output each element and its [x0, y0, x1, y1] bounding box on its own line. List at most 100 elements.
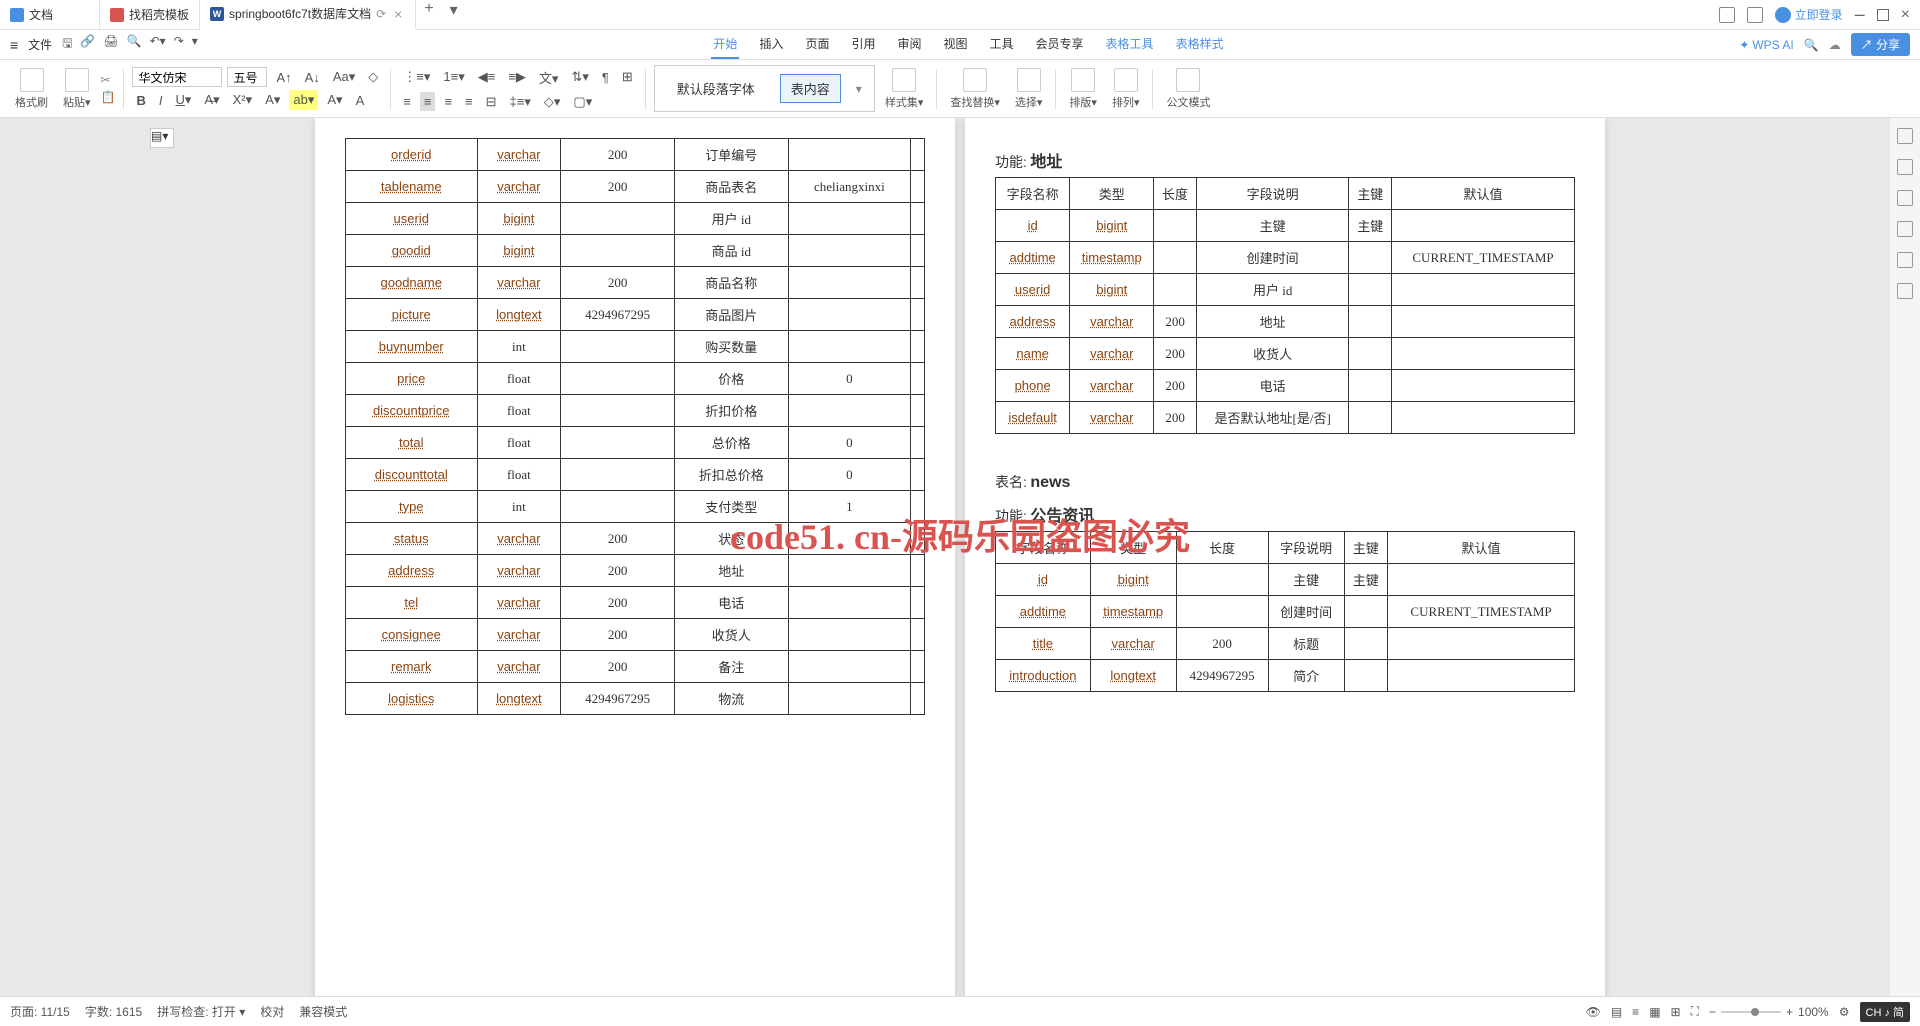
- underline-button[interactable]: U▾: [172, 90, 196, 110]
- spell-check[interactable]: 拼写检查: 打开 ▾: [157, 1003, 245, 1020]
- style-default[interactable]: 默认段落字体: [667, 75, 765, 102]
- table-row[interactable]: tablenamevarchar200商品表名cheliangxinxi: [346, 171, 925, 203]
- ime-indicator[interactable]: CH ♪ 简: [1860, 1002, 1911, 1022]
- table-row[interactable]: useridbigint用户 id: [346, 203, 925, 235]
- style-more[interactable]: ▾: [856, 82, 862, 96]
- change-case-icon[interactable]: Aa▾: [329, 67, 359, 87]
- text-effect-button[interactable]: A▾: [323, 90, 346, 110]
- maximize-button[interactable]: [1877, 9, 1889, 21]
- side-icon-4[interactable]: [1897, 221, 1913, 237]
- paste-icon[interactable]: [65, 68, 89, 92]
- bold-button[interactable]: B: [132, 91, 149, 110]
- numbering-icon[interactable]: 1≡▾: [439, 67, 468, 87]
- borders-icon[interactable]: ▢▾: [569, 92, 596, 112]
- minimize-button[interactable]: –: [1855, 4, 1865, 25]
- align-left-icon[interactable]: ≡: [399, 92, 415, 111]
- clear-format-icon[interactable]: ◇: [364, 67, 382, 87]
- tab-menu[interactable]: ▾: [442, 0, 466, 30]
- align-justify-icon[interactable]: ≡: [461, 92, 477, 111]
- tab-start[interactable]: 开始: [711, 30, 739, 59]
- table-row[interactable]: pricefloat价格0: [346, 363, 925, 395]
- sort-icon[interactable]: ⇅▾: [567, 67, 592, 87]
- layout-group[interactable]: 排版▾: [1064, 68, 1102, 110]
- save-icon[interactable]: 🖫: [62, 34, 72, 55]
- table-row[interactable]: buynumberint购买数量: [346, 331, 925, 363]
- official-group[interactable]: 公文模式: [1161, 68, 1215, 110]
- tab-docs[interactable]: 文档: [0, 0, 100, 30]
- tab-template[interactable]: 找稻壳模板: [100, 0, 200, 30]
- tab-tools[interactable]: 工具: [988, 30, 1016, 59]
- table-row[interactable]: introductionlongtext4294967295简介: [996, 660, 1575, 692]
- print-icon[interactable]: 🖨: [103, 34, 118, 55]
- indent-left-icon[interactable]: ◀≡: [474, 67, 500, 87]
- size-select[interactable]: [227, 67, 267, 87]
- side-icon-5[interactable]: [1897, 252, 1913, 268]
- share-button[interactable]: ↗ 分享: [1851, 33, 1910, 56]
- tab-reference[interactable]: 引用: [849, 30, 877, 59]
- shrink-font-icon[interactable]: A↓: [301, 68, 324, 87]
- grow-font-icon[interactable]: A↑: [272, 68, 295, 87]
- table-row[interactable]: remarkvarchar200备注: [346, 651, 925, 683]
- bullets-icon[interactable]: ⋮≡▾: [399, 67, 434, 87]
- tab-insert[interactable]: 插入: [757, 30, 785, 59]
- pilcrow-icon[interactable]: ¶: [598, 68, 613, 87]
- tab-page[interactable]: 页面: [803, 30, 831, 59]
- table-row[interactable]: goodnamevarchar200商品名称: [346, 267, 925, 299]
- char-border-button[interactable]: A: [352, 91, 369, 110]
- page-indicator[interactable]: 页面: 11/15: [10, 1003, 70, 1020]
- hamburger-icon[interactable]: ≡: [10, 37, 18, 53]
- strike-button[interactable]: A̶▾: [200, 90, 223, 110]
- table-row[interactable]: addtimetimestamp创建时间CURRENT_TIMESTAMP: [996, 242, 1575, 274]
- side-icon-1[interactable]: [1897, 128, 1913, 144]
- view-icon-5[interactable]: ⊞: [1671, 1005, 1681, 1019]
- tabs-icon[interactable]: ⊞: [618, 67, 637, 87]
- table-row[interactable]: namevarchar200收货人: [996, 338, 1575, 370]
- format-painter-icon[interactable]: [20, 68, 44, 92]
- link-icon[interactable]: 🔗: [80, 34, 95, 55]
- shading-icon[interactable]: ◇▾: [540, 92, 565, 112]
- search-icon[interactable]: 🔍: [1804, 38, 1819, 52]
- side-icon-3[interactable]: [1897, 190, 1913, 206]
- table-row[interactable]: totalfloat总价格0: [346, 427, 925, 459]
- style-gallery[interactable]: 默认段落字体 表内容 ▾: [654, 65, 875, 112]
- undo-icon[interactable]: ↶▾: [150, 34, 166, 55]
- table-row[interactable]: idbigint主键主键: [996, 564, 1575, 596]
- table-row[interactable]: orderidvarchar200订单编号: [346, 139, 925, 171]
- qat-more[interactable]: ▾: [192, 34, 198, 55]
- zoom-out[interactable]: −: [1709, 1005, 1716, 1019]
- select-group[interactable]: 选择▾: [1010, 68, 1048, 110]
- preview-icon[interactable]: 🔍: [127, 34, 142, 55]
- tab-member[interactable]: 会员专享: [1034, 30, 1086, 59]
- align-right-icon[interactable]: ≡: [440, 92, 456, 111]
- file-menu[interactable]: 文件: [28, 36, 52, 53]
- close-button[interactable]: ×: [1901, 6, 1910, 24]
- table-row[interactable]: telvarchar200电话: [346, 587, 925, 619]
- italic-button[interactable]: I: [155, 91, 167, 110]
- align-center-icon[interactable]: ≡: [420, 92, 436, 111]
- cut-icon[interactable]: ✂: [101, 73, 116, 87]
- text-direction-icon[interactable]: 文▾: [535, 66, 563, 89]
- find-group[interactable]: 查找替换▾: [945, 68, 1005, 110]
- line-spacing-icon[interactable]: ‡≡▾: [506, 92, 535, 112]
- view-icon-2[interactable]: ▤: [1611, 1005, 1622, 1019]
- style-content[interactable]: 表内容: [780, 74, 841, 103]
- tab-current[interactable]: Wspringboot6fc7t数据库文档⟳×: [200, 0, 416, 30]
- view-icon-3[interactable]: ≡: [1632, 1005, 1639, 1019]
- distribute-icon[interactable]: ⊟: [482, 92, 501, 112]
- view-icon-1[interactable]: 👁: [1586, 1005, 1601, 1019]
- highlight-button[interactable]: ab▾: [289, 90, 318, 110]
- arrange-group[interactable]: 排列▾: [1107, 68, 1145, 110]
- word-count[interactable]: 字数: 1615: [85, 1003, 142, 1020]
- zoom-in[interactable]: +: [1786, 1005, 1793, 1019]
- table-row[interactable]: useridbigint用户 id: [996, 274, 1575, 306]
- zoom-slider[interactable]: [1721, 1011, 1781, 1013]
- table-row[interactable]: consigneevarchar200收货人: [346, 619, 925, 651]
- view-icon-6[interactable]: ⛶: [1691, 1004, 1699, 1019]
- close-icon[interactable]: ×: [391, 6, 405, 22]
- table-row[interactable]: addtimetimestamp创建时间CURRENT_TIMESTAMP: [996, 596, 1575, 628]
- table-row[interactable]: addressvarchar200地址: [996, 306, 1575, 338]
- zoom-value[interactable]: 100%: [1798, 1005, 1829, 1019]
- copy-icon[interactable]: 📋: [101, 90, 116, 104]
- outline-toggle[interactable]: ▤▾: [150, 128, 174, 148]
- window-mode-icon[interactable]: [1719, 7, 1735, 23]
